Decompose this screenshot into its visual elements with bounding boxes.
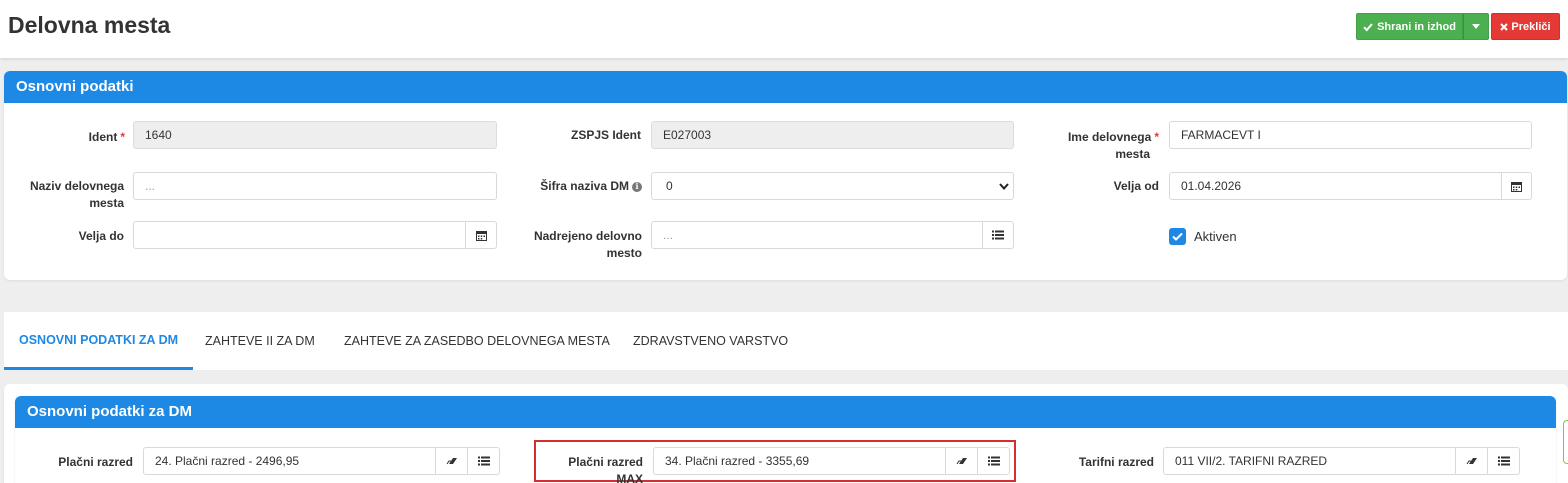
check-icon	[1172, 232, 1183, 241]
nadrejeno-delovno-mesto-label: Nadrejeno delovno mesto	[533, 229, 642, 260]
ident-label: Ident *	[88, 130, 125, 144]
velja-do-calendar-button[interactable]	[465, 221, 497, 249]
cancel-button[interactable]: Prekliči	[1491, 13, 1560, 40]
placni-razred-max-list-button[interactable]	[977, 447, 1010, 475]
list-icon	[987, 456, 1000, 466]
placni-razred-input[interactable]: 24. Plačni razred - 2496,95	[143, 447, 436, 475]
save-and-exit-label: Shrani in izhod	[1377, 20, 1456, 33]
velja-od-label: Velja od	[1113, 179, 1159, 193]
naziv-delovnega-mesta-label: Naziv delovnega mesta	[29, 179, 124, 210]
top-bar: Delovna mesta Shrani in izhod Prekliči	[0, 0, 1568, 58]
list-icon	[1497, 456, 1510, 466]
sifra-naziva-dm-value: 0	[666, 179, 673, 193]
eraser-icon	[956, 458, 967, 465]
velja-od-calendar-button[interactable]	[1501, 172, 1532, 200]
placni-razred-max-clear-button[interactable]	[945, 447, 978, 475]
ident-field[interactable]: 1640	[133, 121, 497, 149]
cancel-label: Prekliči	[1511, 20, 1551, 33]
placni-razred-list-button[interactable]	[467, 447, 500, 475]
dm-data-panel-title: Osnovni podatki za DM	[27, 403, 193, 420]
naziv-delovnega-mesta-input[interactable]: ...	[133, 172, 497, 200]
tarifni-razred-label: Tarifni razred	[1078, 455, 1154, 469]
check-icon	[1363, 22, 1373, 31]
placni-razred-label: Plačni razred	[58, 455, 133, 469]
tab-zdravstveno-varstvo[interactable]: ZDRAVSTVENO VARSTVO	[618, 312, 803, 370]
placni-razred-max-label: Plačni razred MAX	[568, 455, 643, 483]
eraser-icon	[1466, 458, 1477, 465]
save-and-exit-button[interactable]: Shrani in izhod	[1356, 13, 1463, 40]
tarifni-razred-input[interactable]: 011 VII/2. TARIFNI RAZRED	[1163, 447, 1456, 475]
tab-osnovni-podatki-za-dm[interactable]: OSNOVNI PODATKI ZA DM	[4, 312, 194, 370]
sifra-naziva-dm-select[interactable]: 0	[651, 172, 1014, 200]
calendar-icon	[1511, 181, 1522, 192]
velja-do-input[interactable]	[133, 221, 466, 249]
nadrejeno-delovno-mesto-input[interactable]: ...	[651, 221, 983, 249]
velja-od-input[interactable]: 01.04.2026	[1169, 172, 1502, 200]
info-icon[interactable]: i	[632, 181, 642, 192]
side-tab-handle[interactable]	[1563, 420, 1568, 464]
placni-razred-clear-button[interactable]	[435, 447, 468, 475]
close-icon	[1500, 22, 1509, 31]
velja-do-label: Velja do	[78, 229, 124, 243]
placni-razred-max-input[interactable]: 34. Plačni razred - 3355,69	[653, 447, 946, 475]
basic-data-panel-title: Osnovni podatki	[16, 78, 134, 95]
list-icon	[992, 230, 1004, 240]
list-icon	[477, 456, 490, 466]
zspjs-ident-field[interactable]: E027003	[651, 121, 1014, 149]
calendar-icon	[475, 230, 487, 241]
required-asterisk: *	[120, 130, 125, 144]
tab-zahteve-za-zasedbo[interactable]: ZAHTEVE ZA ZASEDBO DELOVNEGA MESTA	[329, 312, 625, 370]
zspjs-ident-label: ZSPJS Ident	[570, 128, 641, 142]
dm-data-panel-header: Osnovni podatki za DM	[15, 396, 1556, 428]
page-title: Delovna mesta	[8, 12, 171, 38]
caret-down-icon	[1472, 24, 1480, 29]
aktiven-label[interactable]: Aktiven	[1194, 229, 1237, 244]
sifra-naziva-dm-label: Šifra naziva DM i	[520, 178, 642, 195]
eraser-icon	[446, 458, 457, 465]
nadrejeno-list-button[interactable]	[982, 221, 1014, 249]
tarifni-razred-clear-button[interactable]	[1455, 447, 1488, 475]
tab-zahteve-ii-za-dm[interactable]: ZAHTEVE II ZA DM	[190, 312, 330, 370]
save-options-dropdown-button[interactable]	[1463, 13, 1489, 40]
required-asterisk: *	[1154, 130, 1159, 144]
basic-data-panel-header: Osnovni podatki	[4, 71, 1567, 103]
ime-delovnega-mesta-input[interactable]: FARMACEVT I	[1169, 121, 1532, 149]
ime-delovnega-mesta-label: Ime delovnega * mesta	[1067, 130, 1159, 161]
chevron-down-icon	[999, 183, 1009, 190]
tab-bar: OSNOVNI PODATKI ZA DM ZAHTEVE II ZA DM Z…	[4, 312, 1568, 370]
aktiven-checkbox[interactable]	[1169, 228, 1186, 245]
tarifni-razred-list-button[interactable]	[1487, 447, 1520, 475]
